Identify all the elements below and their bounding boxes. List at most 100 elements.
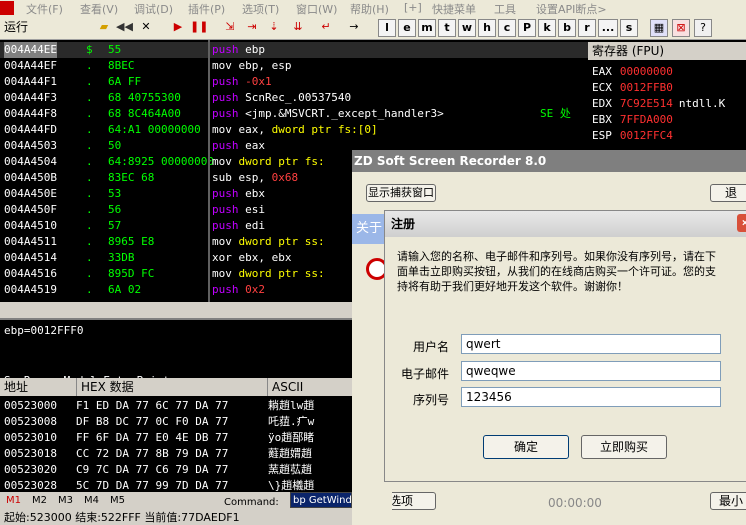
command-input[interactable]: bp GetWind: [290, 492, 352, 508]
disasm-row[interactable]: 004A44F3. 68 40755300 push ScnRec_.0053754…: [0, 90, 588, 106]
menu-plugins[interactable]: 插件(P): [188, 1, 225, 17]
trace-into-icon[interactable]: ⇣: [266, 19, 282, 35]
disasm-marker: .: [86, 219, 93, 232]
tab-m3[interactable]: M3: [58, 495, 73, 506]
toolbar-m[interactable]: m: [418, 19, 436, 37]
close-icon[interactable]: ×: [737, 214, 746, 232]
close-icon[interactable]: ✕: [138, 19, 154, 35]
toolbar-ellipsis[interactable]: ...: [598, 19, 618, 37]
toolbar-r[interactable]: r: [578, 19, 596, 37]
toolbar-w[interactable]: w: [458, 19, 476, 37]
menu-bar: 文件(F) 查看(V) 调试(D) 插件(P) 选项(T) 窗口(W) 帮助(H…: [0, 0, 746, 17]
tab-m2[interactable]: M2: [32, 495, 47, 506]
disasm-token: dword ptr ss:: [238, 235, 325, 248]
grid-icon[interactable]: ▦: [650, 19, 668, 37]
execute-till-return-icon[interactable]: ↵: [318, 19, 334, 35]
run-icon[interactable]: ▶: [170, 19, 186, 35]
register-row[interactable]: EAX 00000000: [592, 64, 679, 80]
show-capture-window-button[interactable]: 显示捕获窗口: [366, 184, 436, 202]
menu-plus[interactable]: [+]: [404, 1, 422, 14]
dump-header-ascii[interactable]: ASCII: [268, 378, 352, 396]
menu-tools[interactable]: 工具: [494, 1, 516, 17]
disasm-row[interactable]: 004A44F8. 68 8C464A00 push <jmp.&MSVCRT._e…: [0, 106, 588, 122]
rewind-icon[interactable]: ◀◀: [116, 19, 133, 35]
disasm-marker: .: [86, 91, 93, 104]
disasm-marker: .: [86, 267, 93, 280]
step-over-icon[interactable]: ⇥: [244, 19, 260, 35]
username-input[interactable]: qwert: [461, 334, 721, 354]
toolbar-e[interactable]: e: [398, 19, 416, 37]
pause-icon[interactable]: ❚❚: [190, 19, 208, 35]
disasm-row[interactable]: 004A44EF. 8BEC mov ebp, esp: [0, 58, 588, 74]
disasm-instruction: push ebp: [212, 42, 265, 58]
email-input[interactable]: qweqwe: [461, 361, 721, 381]
disasm-hex: 56: [108, 203, 122, 216]
toolbar-p[interactable]: P: [518, 19, 536, 37]
trace-over-icon[interactable]: ⇊: [290, 19, 306, 35]
disasm-instruction: xor ebx, ebx: [212, 250, 291, 266]
tab-m5[interactable]: M5: [110, 495, 125, 506]
disasm-row[interactable]: 004A44EE $55 push ebp: [0, 42, 588, 58]
memory-dump-pane[interactable]: 地址 HEX 数据 ASCII 00523000 F1 ED DA 77 6C 7…: [0, 378, 352, 492]
dump-ascii: 蘳趙媦趙: [268, 447, 312, 460]
toolbar-l[interactable]: l: [378, 19, 396, 37]
dump-row[interactable]: 00523010 FF 6F DA 77 E0 4E DB 77 ÿo趙郚睹: [0, 430, 352, 446]
exit-button[interactable]: 退: [710, 184, 746, 202]
disasm-hex: 83EC 68: [108, 171, 155, 184]
disasm-address: 004A44F1: [4, 75, 57, 88]
dump-row[interactable]: 00523020 C9 7C DA 77 C6 79 DA 77 蓔趙苰趙: [0, 462, 352, 478]
register-name: EDX: [592, 97, 612, 110]
toolbar-k[interactable]: k: [538, 19, 556, 37]
menu-file[interactable]: 文件(F): [26, 1, 63, 17]
tab-m1[interactable]: M1: [6, 495, 21, 506]
registers-pane[interactable]: 寄存器 (FPU) EAX 00000000 ECX 0012FFB0 EDX 7C92E…: [588, 40, 746, 150]
disasm-token: <jmp.&MSVCRT._except_handler3>: [245, 107, 444, 120]
toolbar-c[interactable]: c: [498, 19, 516, 37]
disasm-address: 004A44F3: [4, 91, 57, 104]
dump-row[interactable]: 00523008 DF B8 DC 77 0C F0 DA 77 吒莥.疒w: [0, 414, 352, 430]
help-icon[interactable]: ?: [694, 19, 712, 37]
minimize-button[interactable]: 最小: [710, 492, 746, 510]
disasm-row[interactable]: 004A44F1. 6A FF push -0x1: [0, 74, 588, 90]
dump-header-hex[interactable]: HEX 数据: [77, 378, 268, 396]
toolbar-b[interactable]: b: [558, 19, 576, 37]
dump-hex: CC 72 DA 77 8B 79 DA 77: [76, 447, 229, 460]
menu-help[interactable]: 帮助(H): [350, 1, 389, 17]
disasm-row[interactable]: 004A44FD. 64:A1 00000000 mov eax, dword pt…: [0, 122, 588, 138]
ok-button[interactable]: 确定: [483, 435, 569, 459]
menu-view[interactable]: 查看(V): [80, 1, 118, 17]
goto-icon[interactable]: →: [346, 19, 362, 35]
toolbar-t[interactable]: t: [438, 19, 456, 37]
tab-m4[interactable]: M4: [84, 495, 99, 506]
menu-window[interactable]: 窗口(W): [296, 1, 337, 17]
register-row[interactable]: EBX 7FFDA000: [592, 112, 679, 128]
menu-api-breakpoint[interactable]: 设置API断点>: [536, 1, 607, 17]
dump-row[interactable]: 00523000 F1 ED DA 77 6C 77 DA 77 耥趙lw趙: [0, 398, 352, 414]
dump-hex: DF B8 DC 77 0C F0 DA 77: [76, 415, 229, 428]
dump-row[interactable]: 00523018 CC 72 DA 77 8B 79 DA 77 蘳趙媦趙: [0, 446, 352, 462]
register-row[interactable]: ESP 0012FFC4: [592, 128, 679, 144]
menu-options[interactable]: 选项(T): [242, 1, 279, 17]
app-icon: [0, 1, 14, 15]
toolbar-s[interactable]: s: [620, 19, 638, 37]
windows-icon[interactable]: ⊠: [672, 19, 690, 37]
disasm-hex: 6A FF: [108, 75, 142, 88]
dump-header-address[interactable]: 地址: [0, 378, 77, 396]
pane-splitter[interactable]: [208, 40, 210, 302]
step-into-icon[interactable]: ⇲: [222, 19, 238, 35]
disasm-token: dword ptr ss:: [238, 267, 325, 280]
register-title: 注册: [391, 217, 416, 231]
disasm-address: 004A4510: [4, 219, 57, 232]
disasm-address: 004A4511: [4, 235, 57, 248]
open-icon[interactable]: ▰: [96, 19, 112, 35]
toolbar-h[interactable]: h: [478, 19, 496, 37]
toolbar: 运行 ▰ ◀◀ ✕ ▶ ❚❚ ⇲ ⇥ ⇣ ⇊ ↵ → l e m t w h c…: [0, 17, 746, 40]
dump-hex: C9 7C DA 77 C6 79 DA 77: [76, 463, 229, 476]
serial-input[interactable]: 123456: [461, 387, 721, 407]
buy-now-button[interactable]: 立即购买: [581, 435, 667, 459]
register-row[interactable]: EDX 7C92E514 ntdll.K: [592, 96, 725, 112]
menu-shortcut[interactable]: 快捷菜单: [432, 1, 476, 17]
register-row[interactable]: ECX 0012FFB0: [592, 80, 679, 96]
menu-debug[interactable]: 调试(D): [134, 1, 173, 17]
dump-row[interactable]: 00523028 5C 7D DA 77 99 7D DA 77 \}趙檥趙: [0, 478, 352, 492]
